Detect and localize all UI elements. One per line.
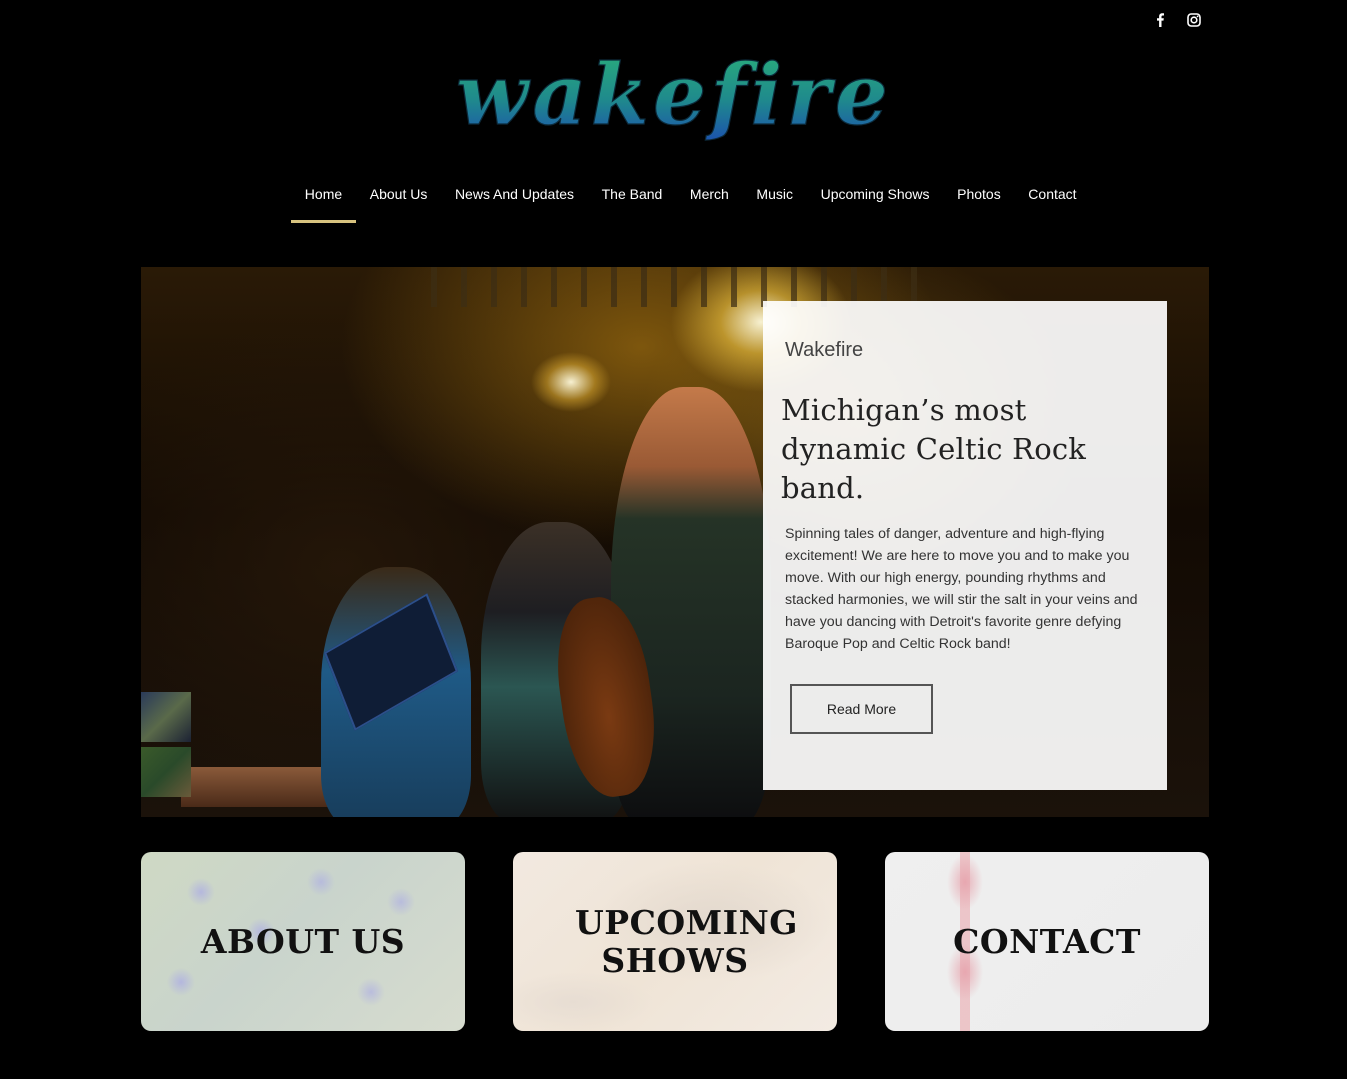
nav-item-merch[interactable]: Merch — [676, 176, 743, 223]
nav-item-upcoming-shows[interactable]: Upcoming Shows — [807, 176, 944, 223]
logo-text: wakefire — [455, 52, 891, 144]
nav-item-news-and-updates[interactable]: News And Updates — [441, 176, 588, 223]
contact-tile-label: CONTACT — [953, 921, 1141, 961]
instagram-icon[interactable] — [1184, 10, 1204, 30]
about-us-tile-label: ABOUT US — [200, 921, 406, 961]
hero-eyebrow: Wakefire — [785, 339, 864, 361]
nav-item-contact[interactable]: Contact — [1015, 176, 1091, 223]
social-links — [1150, 10, 1204, 30]
slide-thumbnail-2[interactable] — [141, 747, 191, 797]
nav-item-photos[interactable]: Photos — [943, 176, 1014, 223]
contact-tile[interactable]: CONTACT — [885, 852, 1209, 1031]
about-us-tile[interactable]: ABOUT US — [141, 852, 465, 1031]
slide-thumbnail-1[interactable] — [141, 692, 191, 742]
upcoming-shows-tile-label: UPCOMING SHOWS — [575, 902, 798, 980]
hero-body: Spinning tales of danger, adventure and … — [785, 526, 1138, 652]
hero-slider: Wakefire Michigan’s most dynamic Celtic … — [141, 267, 1209, 817]
nav-item-about-us[interactable]: About Us — [356, 176, 441, 223]
read-more-button[interactable]: Read More — [790, 684, 933, 734]
nav-item-home[interactable]: Home — [291, 176, 356, 223]
facebook-icon[interactable] — [1150, 10, 1170, 30]
nav-item-the-band[interactable]: The Band — [588, 176, 676, 223]
site-logo[interactable]: wakefire — [0, 52, 1347, 162]
hero-headline: Michigan’s most dynamic Celtic Rock band… — [781, 393, 1087, 505]
hero-card: Wakefire Michigan’s most dynamic Celtic … — [763, 301, 1167, 790]
main-nav: Home About Us News And Updates The Band Merc… — [291, 176, 1090, 223]
logo-wordmark: wakefire — [455, 52, 891, 145]
nav-item-music[interactable]: Music — [743, 176, 807, 223]
upcoming-shows-tile[interactable]: UPCOMING SHOWS — [513, 852, 837, 1031]
